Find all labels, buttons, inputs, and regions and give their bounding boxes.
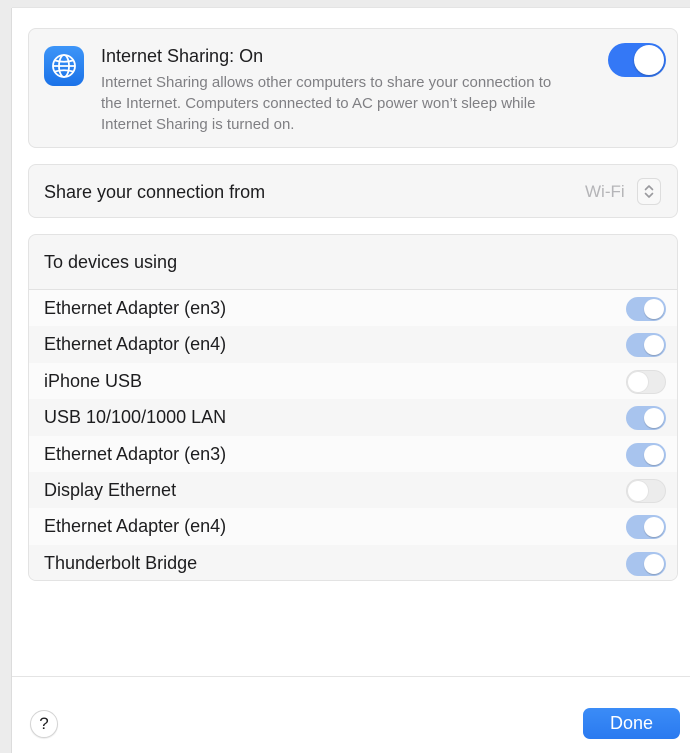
toggle-knob [644,553,664,574]
device-label: Ethernet Adaptor (en3) [44,443,227,464]
device-label: Ethernet Adapter (en4) [44,516,227,537]
device-toggle[interactable] [626,297,666,321]
toggle-knob [644,444,664,465]
to-devices-using-header: To devices using [44,252,178,272]
share-connection-from-label: Share your connection from [44,182,266,202]
device-toggle[interactable] [626,369,666,394]
toggle-knob [644,517,664,538]
device-row: Ethernet Adapter (en4) [29,508,677,545]
help-button[interactable]: ? [30,710,58,738]
toggle-knob [644,408,664,429]
device-label: Ethernet Adaptor (en4) [44,334,227,355]
device-toggle[interactable] [626,515,666,540]
toggle-knob [628,480,648,501]
device-toggle[interactable] [626,442,666,467]
device-row: Display Ethernet [29,471,677,509]
device-label: Thunderbolt Bridge [44,552,198,573]
device-row: Ethernet Adapter (en3) [29,290,677,327]
device-row: Ethernet Adaptor (en4) [29,326,677,363]
share-connection-from-row: Share your connection from Wi-Fi [28,164,678,218]
device-toggle[interactable] [626,406,666,431]
device-toggle[interactable] [626,333,666,358]
device-toggle[interactable] [626,551,666,576]
toggle-knob [644,335,664,356]
footer-divider [12,676,690,677]
device-row: Thunderbolt Bridge [29,544,677,580]
to-devices-using-list: To devices using Ethernet Adapter (en3) E… [28,234,678,581]
device-label: USB 10/100/1000 LAN [44,407,227,428]
device-rows: Ethernet Adapter (en3) Ethernet Adaptor (… [29,290,677,580]
device-row: Ethernet Adaptor (en3) [29,435,677,472]
share-connection-from-value[interactable]: Wi-Fi [585,182,625,202]
globe-icon [44,46,84,86]
toggle-knob [644,299,664,319]
internet-sharing-toggle[interactable] [608,43,666,77]
device-label: iPhone USB [44,370,143,391]
toggle-knob [634,45,664,75]
internet-sharing-sheet: Internet Sharing: On Internet Sharing al… [12,8,690,753]
done-button[interactable]: Done [583,708,680,739]
device-row: USB 10/100/1000 LAN [29,399,677,436]
internet-sharing-header-card: Internet Sharing: On Internet Sharing al… [28,28,678,148]
device-row: iPhone USB [29,362,677,400]
toggle-knob [628,371,648,392]
device-label: Ethernet Adapter (en3) [44,298,227,318]
share-connection-from-popup[interactable] [637,178,661,205]
device-toggle[interactable] [626,478,666,503]
device-label: Display Ethernet [44,479,177,500]
internet-sharing-title: Internet Sharing: On [101,46,264,66]
internet-sharing-description: Internet Sharing allows other computers … [101,74,552,133]
